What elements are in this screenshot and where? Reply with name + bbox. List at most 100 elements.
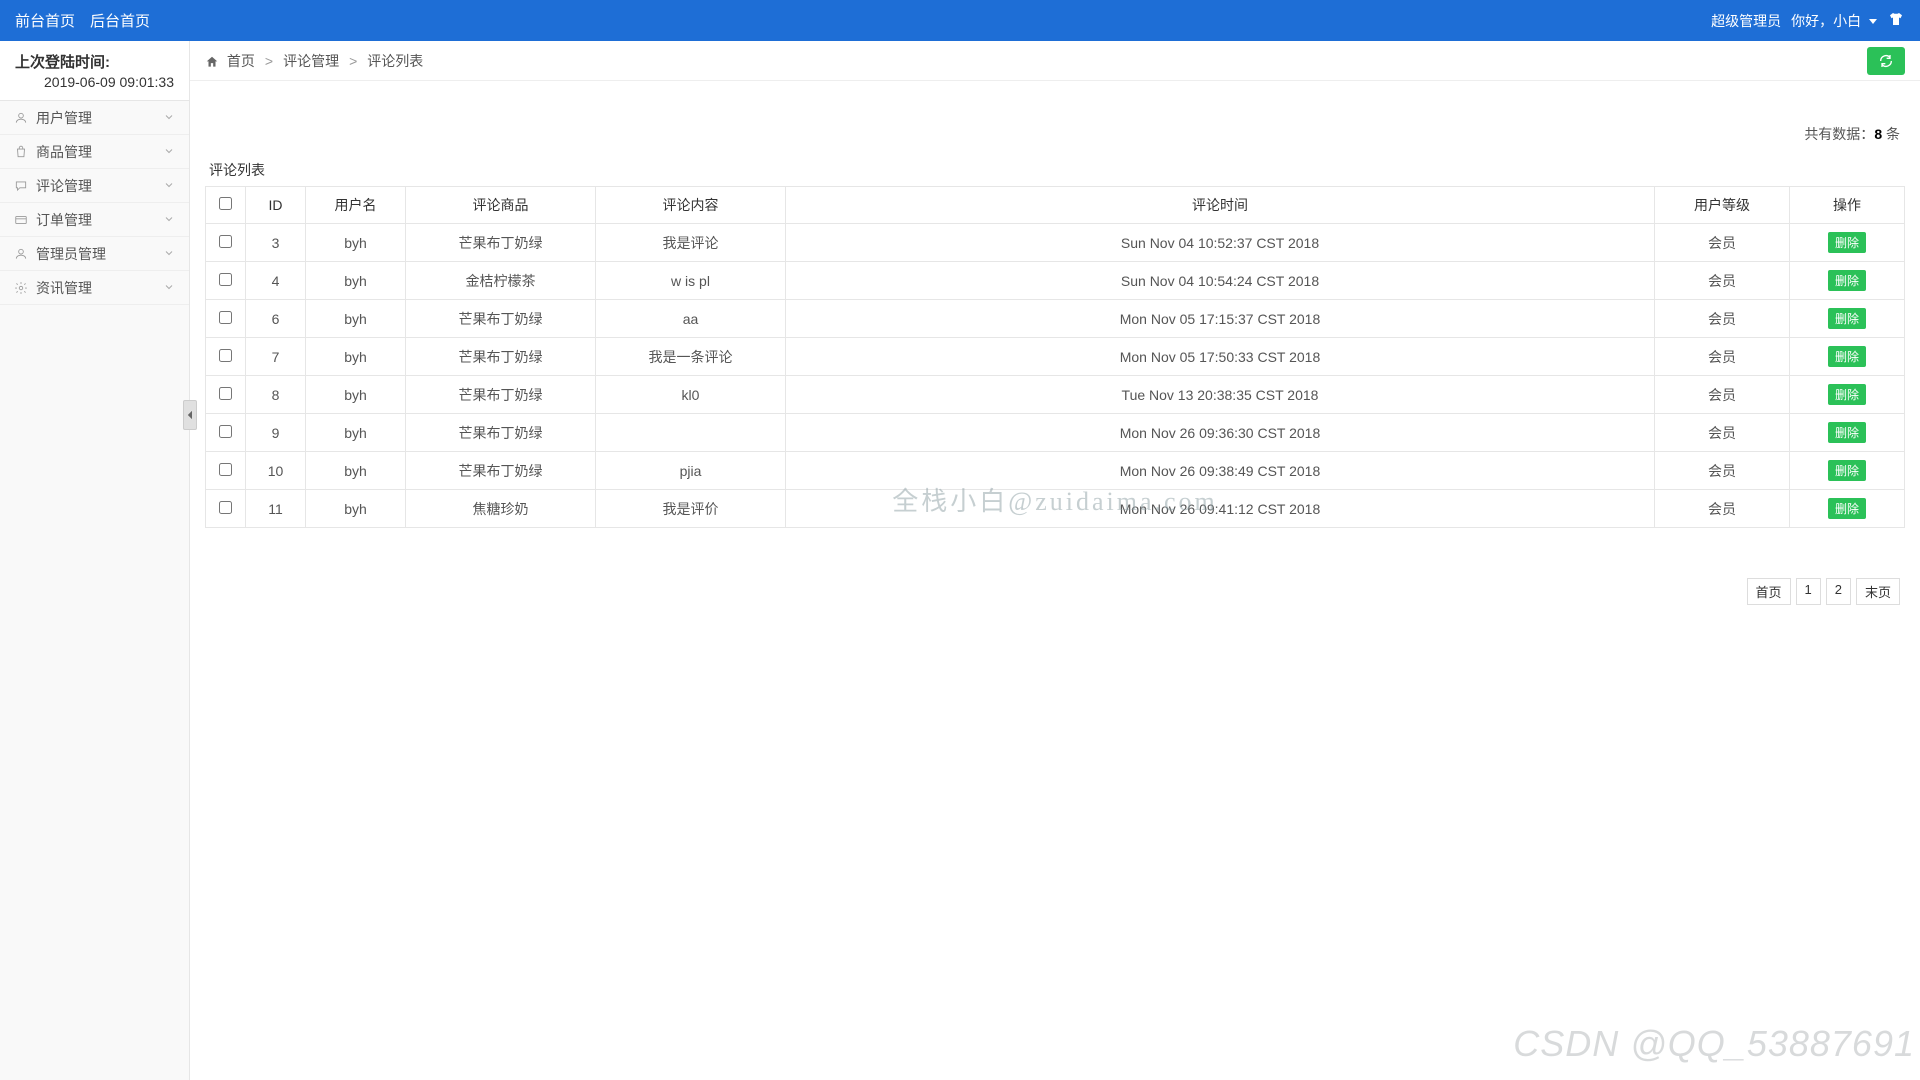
cell-product: 芒果布丁奶绿 <box>406 300 596 338</box>
chevron-down-icon <box>163 178 175 194</box>
cell-level: 会员 <box>1655 452 1790 490</box>
breadcrumb-level1[interactable]: 评论管理 <box>283 51 339 71</box>
topbar: 前台首页 后台首页 超级管理员 你好，小白 <box>0 0 1920 41</box>
table-row: 8byh芒果布丁奶绿kl0Tue Nov 13 20:38:35 CST 201… <box>206 376 1905 414</box>
select-all-checkbox[interactable] <box>219 197 232 210</box>
gear-icon <box>14 281 28 295</box>
cell-level: 会员 <box>1655 490 1790 528</box>
cell-id: 3 <box>246 224 306 262</box>
user-icon <box>14 111 28 125</box>
cell-time: Sun Nov 04 10:52:37 CST 2018 <box>786 224 1655 262</box>
cell-time: Tue Nov 13 20:38:35 CST 2018 <box>786 376 1655 414</box>
col-level-header: 用户等级 <box>1655 187 1790 224</box>
delete-button[interactable]: 删除 <box>1828 346 1866 367</box>
delete-button[interactable]: 删除 <box>1828 498 1866 519</box>
cell-time: Mon Nov 05 17:50:33 CST 2018 <box>786 338 1655 376</box>
chevron-down-icon <box>163 246 175 262</box>
page-last[interactable]: 末页 <box>1856 578 1900 605</box>
table-row: 6byh芒果布丁奶绿aaMon Nov 05 17:15:37 CST 2018… <box>206 300 1905 338</box>
table-row: 10byh芒果布丁奶绿pjiaMon Nov 26 09:38:49 CST 2… <box>206 452 1905 490</box>
cell-user: byh <box>306 224 406 262</box>
delete-button[interactable]: 删除 <box>1828 270 1866 291</box>
sidebar-item-user[interactable]: 用户管理 <box>0 101 189 135</box>
home-icon <box>205 53 223 69</box>
col-product-header: 评论商品 <box>406 187 596 224</box>
bag-icon <box>14 145 28 159</box>
sidebar-item-label: 资讯管理 <box>36 278 92 298</box>
delete-button[interactable]: 删除 <box>1828 460 1866 481</box>
cell-level: 会员 <box>1655 338 1790 376</box>
sidebar-item-label: 用户管理 <box>36 108 92 128</box>
sidebar-item-label: 管理员管理 <box>36 244 106 264</box>
cell-product: 金桔柠檬茶 <box>406 262 596 300</box>
table-row: 3byh芒果布丁奶绿我是评论Sun Nov 04 10:52:37 CST 20… <box>206 224 1905 262</box>
cell-product: 芒果布丁奶绿 <box>406 376 596 414</box>
cell-user: byh <box>306 338 406 376</box>
cell-id: 10 <box>246 452 306 490</box>
page-first[interactable]: 首页 <box>1747 578 1791 605</box>
data-count-summary: 共有数据：8 条 <box>205 89 1905 154</box>
cell-content: aa <box>596 300 786 338</box>
sidebar-item-card[interactable]: 订单管理 <box>0 203 189 237</box>
user-greeting[interactable]: 你好，小白 <box>1791 11 1877 31</box>
row-checkbox[interactable] <box>219 425 232 438</box>
cell-content: kl0 <box>596 376 786 414</box>
row-checkbox[interactable] <box>219 463 232 476</box>
cell-id: 4 <box>246 262 306 300</box>
cell-time: Mon Nov 26 09:38:49 CST 2018 <box>786 452 1655 490</box>
last-login-value: 2019-06-09 09:01:33 <box>15 74 174 90</box>
chevron-down-icon <box>163 110 175 126</box>
delete-button[interactable]: 删除 <box>1828 308 1866 329</box>
breadcrumb-sep: > <box>349 53 357 69</box>
back-home-link[interactable]: 后台首页 <box>90 10 150 31</box>
delete-button[interactable]: 删除 <box>1828 422 1866 443</box>
cell-level: 会员 <box>1655 414 1790 452</box>
cell-user: byh <box>306 452 406 490</box>
cell-product: 芒果布丁奶绿 <box>406 414 596 452</box>
row-checkbox[interactable] <box>219 235 232 248</box>
cell-content: w is pl <box>596 262 786 300</box>
refresh-button[interactable] <box>1867 47 1905 75</box>
table-row: 7byh芒果布丁奶绿我是一条评论Mon Nov 05 17:50:33 CST … <box>206 338 1905 376</box>
sidebar-item-label: 订单管理 <box>36 210 92 230</box>
row-checkbox[interactable] <box>219 501 232 514</box>
breadcrumb-home[interactable]: 首页 <box>227 53 255 69</box>
pagination: 首页 1 2 末页 <box>205 528 1905 605</box>
row-checkbox[interactable] <box>219 273 232 286</box>
chevron-down-icon <box>1869 19 1877 24</box>
delete-button[interactable]: 删除 <box>1828 384 1866 405</box>
sidebar-item-gear[interactable]: 资讯管理 <box>0 271 189 305</box>
col-content-header: 评论内容 <box>596 187 786 224</box>
col-time-header: 评论时间 <box>786 187 1655 224</box>
cell-product: 芒果布丁奶绿 <box>406 452 596 490</box>
cell-time: Mon Nov 26 09:36:30 CST 2018 <box>786 414 1655 452</box>
sidebar-item-comment[interactable]: 评论管理 <box>0 169 189 203</box>
chevron-down-icon <box>163 212 175 228</box>
cell-product: 芒果布丁奶绿 <box>406 224 596 262</box>
cell-product: 焦糖珍奶 <box>406 490 596 528</box>
tshirt-icon[interactable] <box>1887 10 1905 31</box>
card-icon <box>14 213 28 227</box>
page-1[interactable]: 1 <box>1796 578 1821 605</box>
cell-level: 会员 <box>1655 262 1790 300</box>
page-2[interactable]: 2 <box>1826 578 1851 605</box>
row-checkbox[interactable] <box>219 349 232 362</box>
breadcrumb-sep: > <box>265 53 273 69</box>
front-home-link[interactable]: 前台首页 <box>15 10 75 31</box>
comment-icon <box>14 179 28 193</box>
cell-id: 8 <box>246 376 306 414</box>
row-checkbox[interactable] <box>219 387 232 400</box>
sidebar-item-bag[interactable]: 商品管理 <box>0 135 189 169</box>
cell-content: pjia <box>596 452 786 490</box>
delete-button[interactable]: 删除 <box>1828 232 1866 253</box>
cell-time: Sun Nov 04 10:54:24 CST 2018 <box>786 262 1655 300</box>
admin-icon <box>14 247 28 261</box>
cell-level: 会员 <box>1655 224 1790 262</box>
cell-content: 我是评论 <box>596 224 786 262</box>
cell-time: Mon Nov 26 09:41:12 CST 2018 <box>786 490 1655 528</box>
cell-content: 我是一条评论 <box>596 338 786 376</box>
sidebar-item-admin[interactable]: 管理员管理 <box>0 237 189 271</box>
comments-table: ID 用户名 评论商品 评论内容 评论时间 用户等级 操作 3byh芒果布丁奶绿… <box>205 186 1905 528</box>
row-checkbox[interactable] <box>219 311 232 324</box>
cell-content <box>596 414 786 452</box>
